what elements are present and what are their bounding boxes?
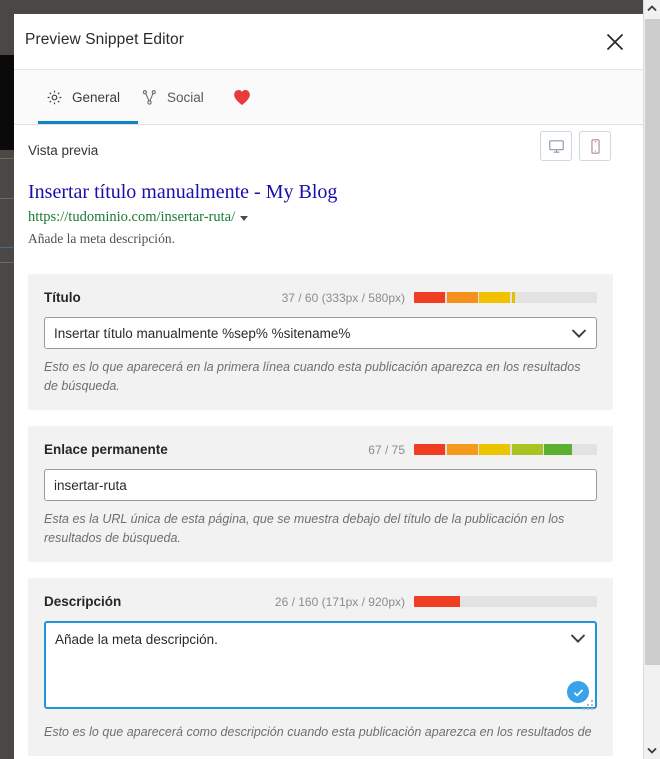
snippet-url-row: https://tudominio.com/insertar-ruta/ (28, 208, 613, 226)
tab-general[interactable]: General (42, 70, 124, 124)
progress-segment (511, 292, 515, 303)
share-nodes-icon (141, 89, 158, 106)
scrollbar-thumb[interactable] (645, 19, 660, 665)
chevron-down-icon (647, 747, 657, 754)
field-permalink-progress (414, 444, 597, 455)
modal-header: Preview Snippet Editor (14, 14, 645, 70)
snippet-title[interactable]: Insertar título manualmente - My Blog (28, 180, 613, 204)
mobile-preview-button[interactable] (579, 131, 611, 161)
mobile-icon (590, 138, 600, 154)
field-title-input-wrap (44, 317, 597, 349)
preview-label: Vista previa (28, 143, 99, 158)
field-title-label: Título (44, 290, 81, 305)
textarea-resize-handle[interactable] (583, 700, 593, 710)
vertical-scrollbar[interactable] (643, 0, 660, 759)
field-title-header: Título 37 / 60 (333px / 580px) (44, 288, 597, 310)
snippet-url: https://tudominio.com/insertar-ruta/ (28, 209, 236, 225)
field-permalink-input-wrap (44, 469, 597, 501)
desktop-preview-button[interactable] (540, 131, 572, 161)
field-title-progress (414, 292, 597, 303)
field-title-help: Esto es lo que aparecerá en la primera l… (44, 360, 581, 393)
chevron-down-icon[interactable] (240, 215, 249, 221)
field-description-help: Esto es lo que aparecerá como descripció… (44, 725, 592, 739)
progress-segment (511, 444, 543, 455)
modal-content: Vista previa Insertar título manualmente… (14, 125, 627, 759)
tab-social-label: Social (167, 89, 204, 105)
field-description-header: Descripción 26 / 160 (171px / 920px) (44, 592, 597, 614)
check-icon (573, 688, 583, 697)
tab-favorite[interactable] (229, 70, 255, 124)
tab-bar: General Social (14, 70, 645, 125)
scroll-down-button[interactable] (644, 742, 660, 759)
chevron-up-icon (647, 5, 657, 12)
page-title: Preview Snippet Editor (25, 31, 185, 48)
field-permalink-help: Esta es la URL única de esta página, que… (44, 512, 565, 545)
field-description-counter: 26 / 160 (171px / 920px) (274, 595, 405, 609)
description-textarea[interactable]: Añade la meta descripción. (44, 621, 597, 709)
field-description-block: Descripción 26 / 160 (171px / 920px) Aña… (28, 578, 613, 756)
progress-segment (446, 292, 478, 303)
close-icon (606, 33, 624, 51)
progress-segment (414, 444, 446, 455)
heart-icon (233, 89, 251, 106)
device-toggle-group (540, 131, 611, 161)
field-permalink-label: Enlace permanente (44, 442, 168, 457)
tab-social[interactable]: Social (137, 70, 208, 124)
progress-segment (414, 596, 460, 607)
background-link[interactable] (0, 236, 13, 248)
title-input[interactable] (44, 317, 597, 349)
field-description-progress (414, 596, 597, 607)
close-button[interactable] (599, 26, 631, 58)
active-tab-indicator (38, 121, 138, 124)
snippet-description: Añade la meta descripción. (28, 231, 175, 246)
screen: Preview Snippet Editor General Social Vi… (0, 0, 660, 759)
tab-general-label: General (72, 89, 121, 105)
gear-icon (46, 89, 63, 106)
field-title-block: Título 37 / 60 (333px / 580px) Esto es l… (28, 274, 613, 410)
scroll-up-button[interactable] (644, 0, 660, 17)
field-permalink-counter: 67 / 75 (368, 443, 405, 457)
progress-segment (479, 292, 511, 303)
progress-segment (479, 444, 511, 455)
progress-segment (446, 444, 478, 455)
field-permalink-header: Enlace permanente 67 / 75 (44, 440, 597, 462)
progress-segment (544, 444, 572, 455)
permalink-input[interactable] (44, 469, 597, 501)
field-permalink-block: Enlace permanente 67 / 75 Esta es la URL… (28, 426, 613, 562)
progress-segment (414, 292, 446, 303)
field-title-counter: 37 / 60 (333px / 580px) (281, 291, 405, 305)
preview-snippet-editor-modal: Preview Snippet Editor General Social Vi… (14, 14, 645, 759)
serp-snippet-preview: Insertar título manualmente - My Blog ht… (14, 180, 627, 248)
field-description-input-wrap: Añade la meta descripción. (44, 621, 597, 714)
desktop-icon (548, 139, 564, 153)
preview-header: Vista previa (14, 125, 627, 180)
description-valid-badge[interactable] (567, 681, 589, 703)
field-description-label: Descripción (44, 594, 122, 609)
